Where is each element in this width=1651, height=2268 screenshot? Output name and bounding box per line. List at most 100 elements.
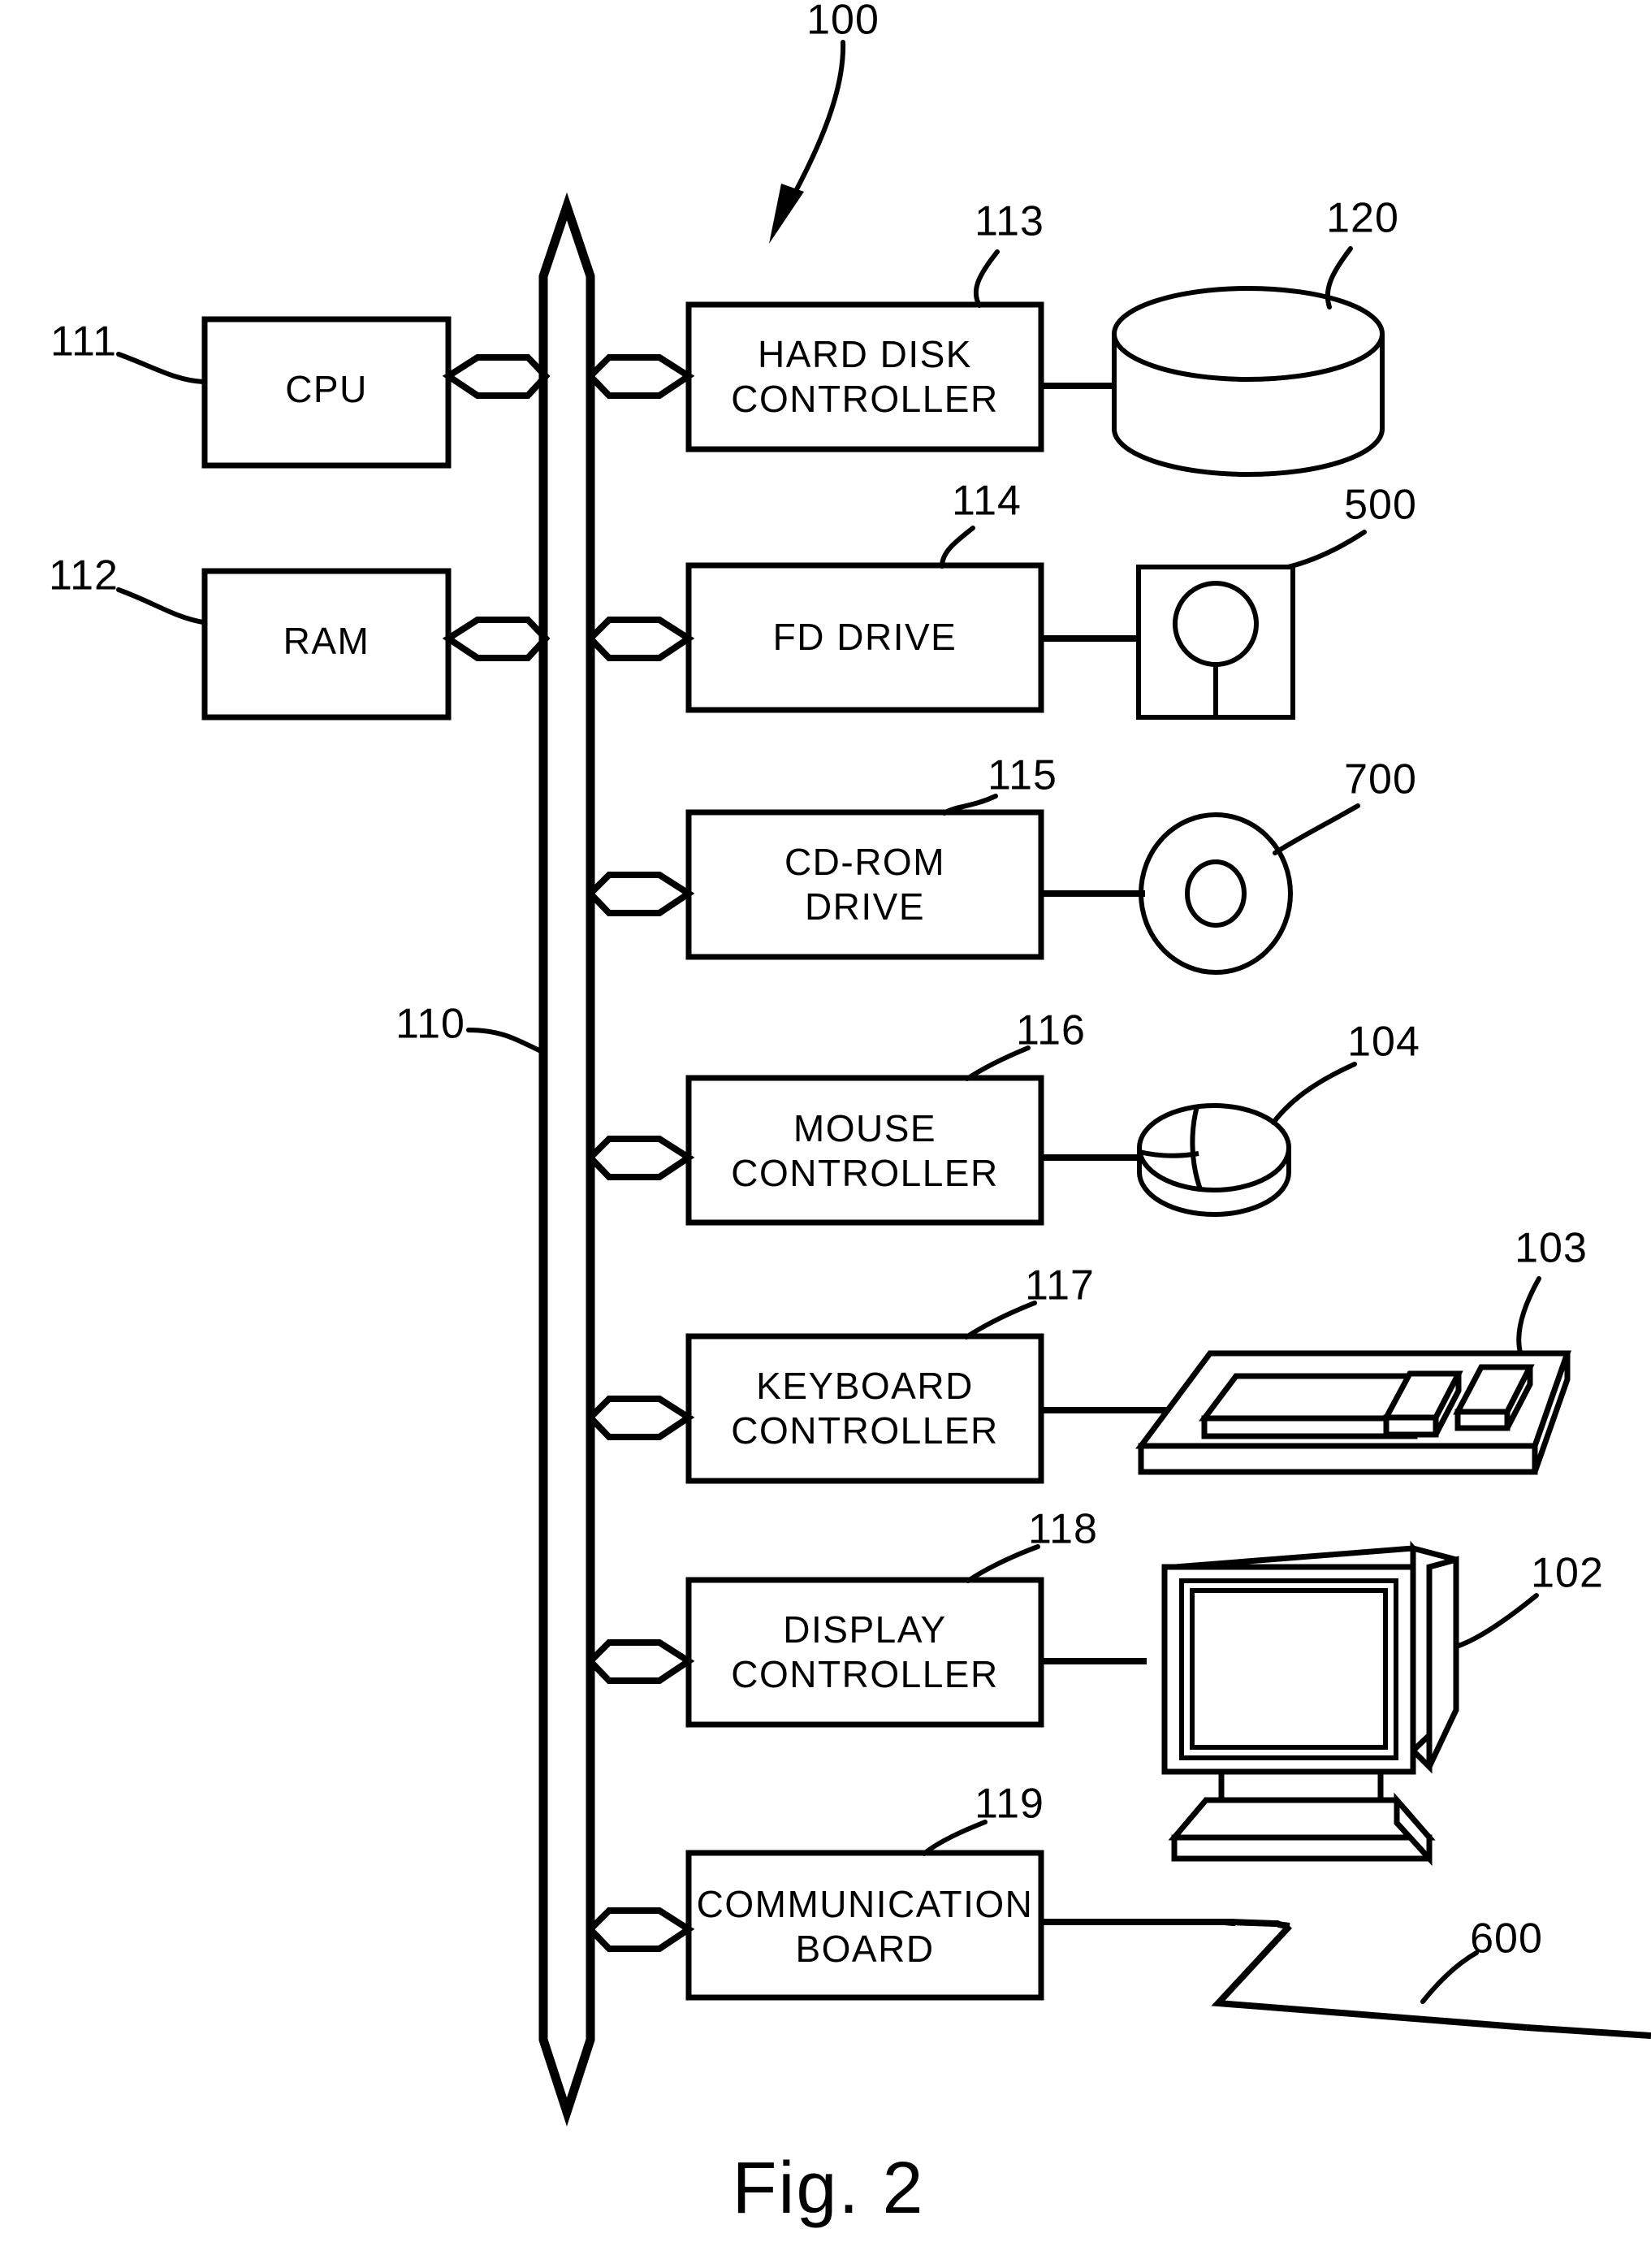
figure-caption: Fig. 2 — [732, 2148, 924, 2229]
display-bus-connector — [586, 1639, 695, 1684]
ref-115: 115 — [988, 752, 1057, 799]
cd-rom-drive-label-1: CD-ROM — [784, 841, 945, 883]
ref-103-annotation: 103 — [1515, 1225, 1588, 1355]
block-cpu[interactable]: CPU — [201, 316, 452, 469]
mouse-controller-label-1: MOUSE — [793, 1107, 936, 1149]
display-controller-box[interactable] — [685, 1577, 1044, 1728]
ref-117-annotation: 117 — [964, 1262, 1094, 1340]
ref-114: 114 — [952, 478, 1022, 525]
ref-113-annotation: 113 — [973, 198, 1044, 308]
display-case-rear — [1426, 1556, 1459, 1768]
display-base-front — [1171, 1834, 1433, 1862]
connector-cpu-bus — [442, 354, 551, 399]
connector-comm-bus — [586, 1907, 695, 1952]
hard-disk-controller-label-1: HARD DISK — [758, 333, 972, 375]
keyboard-bus-connector — [586, 1396, 695, 1440]
ref-115-annotation: 115 — [942, 752, 1057, 816]
ref-500-annotation: 500 — [1286, 482, 1417, 569]
peripheral-cd-rom-disc — [1139, 812, 1293, 975]
ref-110-leader — [466, 1028, 545, 1054]
ref-111: 111 — [50, 318, 117, 366]
patent-figure: 100 110 CPU 111 RAM 112 HARD DISK CONTRO… — [0, 0, 1651, 2268]
ref-113: 113 — [975, 198, 1044, 245]
ref-103-leader — [1516, 1276, 1541, 1355]
connector-fd-bus — [586, 617, 695, 661]
bus-ref-annotation: 110 — [395, 1001, 545, 1054]
block-display-controller[interactable]: DISPLAY CONTROLLER — [685, 1577, 1044, 1728]
block-keyboard-controller[interactable]: KEYBOARD CONTROLLER — [685, 1333, 1044, 1484]
cpu-bus-connector — [442, 354, 551, 399]
communication-board-label-2: BOARD — [795, 1928, 934, 1970]
communication-board-label-1: COMMUNICATION — [697, 1883, 1034, 1925]
ref-700: 700 — [1344, 756, 1417, 803]
ref-117-leader — [964, 1301, 1037, 1340]
ref-120: 120 — [1326, 195, 1399, 242]
hard-disk-body — [1112, 334, 1385, 477]
keyboard-key-small-1-front — [1383, 1414, 1439, 1438]
ref-100-arrowhead — [769, 184, 804, 244]
ref-500: 500 — [1344, 482, 1417, 529]
ref-112-annotation: 112 — [49, 552, 205, 625]
mouse-controller-box[interactable] — [685, 1075, 1044, 1226]
ref-500-leader — [1286, 530, 1367, 569]
cd-rom-disc-outer — [1139, 812, 1293, 975]
connector-keyboard-bus — [586, 1396, 695, 1440]
ref-102-leader — [1456, 1593, 1539, 1648]
mouse-button-divider-v — [1190, 1106, 1203, 1190]
ref-118-annotation: 118 — [966, 1506, 1097, 1583]
mouse-top — [1137, 1103, 1291, 1192]
keyboard-front-face — [1138, 1443, 1538, 1475]
mouse-body-side — [1137, 1148, 1291, 1217]
ram-label: RAM — [283, 620, 370, 662]
ref-102-annotation: 102 — [1456, 1550, 1604, 1648]
floppy-disk-hub — [1173, 581, 1259, 667]
ref-116-annotation: 116 — [965, 1007, 1085, 1081]
mouse-bus-connector — [586, 1136, 695, 1180]
ref-102: 102 — [1531, 1550, 1604, 1597]
hard-disk-controller-box[interactable] — [685, 301, 1044, 452]
ref-111-annotation: 111 — [50, 318, 205, 384]
keyboard-controller-box[interactable] — [685, 1333, 1044, 1484]
ref-110: 110 — [395, 1001, 465, 1048]
fd-bus-connector — [586, 617, 695, 661]
ref-100: 100 — [806, 0, 880, 44]
ref-104-annotation: 104 — [1271, 1019, 1420, 1125]
ref-600-leader — [1420, 1950, 1479, 2004]
ref-700-leader — [1273, 803, 1360, 855]
mouse-controller-label-2: CONTROLLER — [731, 1152, 998, 1194]
ref-600-annotation: 600 — [1420, 1915, 1543, 2004]
connector-mouse-bus — [586, 1136, 695, 1180]
cd-rom-drive-box[interactable] — [685, 809, 1044, 960]
keyboard-key-large-front — [1201, 1415, 1418, 1439]
block-mouse-controller[interactable]: MOUSE CONTROLLER — [685, 1075, 1044, 1226]
block-communication-board[interactable]: COMMUNICATION BOARD — [685, 1850, 1044, 2001]
ref-119-annotation: 119 — [922, 1781, 1044, 1856]
block-cd-rom-drive[interactable]: CD-ROM DRIVE — [685, 809, 1044, 960]
peripheral-mouse — [1137, 1103, 1291, 1217]
display-neck — [1218, 1768, 1384, 1803]
keyboard-controller-label-2: CONTROLLER — [731, 1409, 998, 1452]
block-hard-disk-controller[interactable]: HARD DISK CONTROLLER — [685, 301, 1044, 452]
peripheral-network — [1041, 1919, 1651, 2039]
display-controller-label-1: DISPLAY — [783, 1608, 946, 1651]
keyboard-key-small-2-front — [1454, 1409, 1511, 1431]
fd-drive-label: FD DRIVE — [773, 616, 957, 658]
figure-canvas: 100 110 CPU 111 RAM 112 HARD DISK CONTRO… — [49, 0, 1651, 2229]
display-base-top — [1168, 1797, 1436, 1841]
connector-ram-bus — [442, 617, 551, 661]
block-ram[interactable]: RAM — [201, 568, 452, 721]
ref-103: 103 — [1515, 1225, 1588, 1272]
ref-111-leader — [116, 352, 205, 384]
system-bus — [538, 192, 595, 2127]
block-fd-drive[interactable]: FD DRIVE — [685, 562, 1044, 713]
ref-112: 112 — [49, 552, 119, 599]
connector-cdrom-bus — [586, 872, 695, 916]
ref-104: 104 — [1347, 1019, 1420, 1066]
ram-bus-connector — [442, 617, 551, 661]
ref-114-annotation: 114 — [940, 478, 1022, 569]
peripheral-keyboard — [1135, 1350, 1571, 1475]
ref-600: 600 — [1470, 1915, 1543, 1963]
connector-hdc-bus — [586, 354, 695, 399]
keyboard-controller-label-1: KEYBOARD — [756, 1365, 974, 1407]
ref-100-leader — [787, 40, 846, 206]
